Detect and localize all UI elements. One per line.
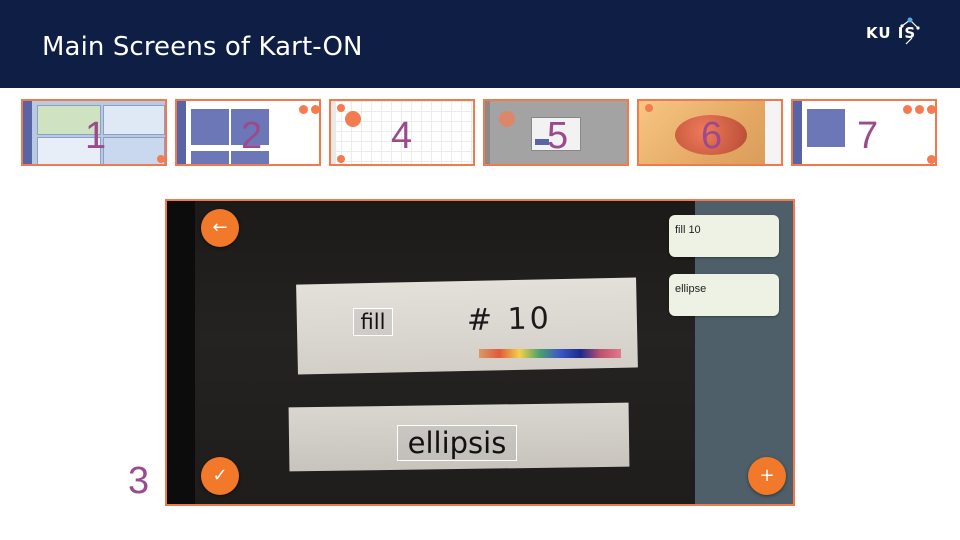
arrow-left-icon: ←	[212, 217, 228, 238]
thumbnail-number: 7	[857, 115, 879, 157]
screen-thumbnail-2[interactable]: 2	[175, 99, 321, 166]
thumbnail-number: 2	[241, 115, 263, 157]
kuis-logo: KU IS	[866, 16, 940, 48]
main-screen-3: # 10 fill ellipsis fill 10 ellipse ← ✓ +	[165, 199, 795, 506]
color-gradient-bar	[479, 349, 621, 358]
main-screen-number: 3	[128, 460, 150, 502]
command-card[interactable]: fill 10	[669, 215, 779, 257]
slide-header: Main Screens of Kart-ON KU IS	[0, 0, 960, 88]
command-card[interactable]: ellipse	[669, 274, 779, 316]
plus-icon: +	[759, 465, 775, 486]
handwritten-text: # 10	[466, 301, 553, 338]
camera-preview: # 10 fill ellipsis	[167, 201, 695, 504]
thumbnail-number: 6	[701, 115, 723, 157]
logo-constellation-icon	[900, 17, 920, 45]
thumbnail-number: 4	[391, 115, 413, 157]
screen-thumbnail-5[interactable]: 5	[483, 99, 629, 166]
thumbnail-number: 5	[547, 115, 569, 157]
paper-card-1: # 10	[296, 277, 638, 375]
check-icon: ✓	[212, 465, 228, 486]
confirm-button[interactable]: ✓	[201, 457, 239, 495]
detected-word-box: fill	[353, 308, 393, 336]
screen-thumbnail-4[interactable]: 4	[329, 99, 475, 166]
detected-word-box: ellipsis	[397, 425, 517, 461]
screen-thumbnail-6[interactable]: 6	[637, 99, 783, 166]
screen-thumbnail-7[interactable]: 7	[791, 99, 937, 166]
thumbnail-number: 1	[85, 115, 107, 157]
screen-thumbnail-1[interactable]: 1	[21, 99, 167, 166]
slide-title: Main Screens of Kart-ON	[42, 32, 363, 62]
add-button[interactable]: +	[748, 457, 786, 495]
back-button[interactable]: ←	[201, 209, 239, 247]
